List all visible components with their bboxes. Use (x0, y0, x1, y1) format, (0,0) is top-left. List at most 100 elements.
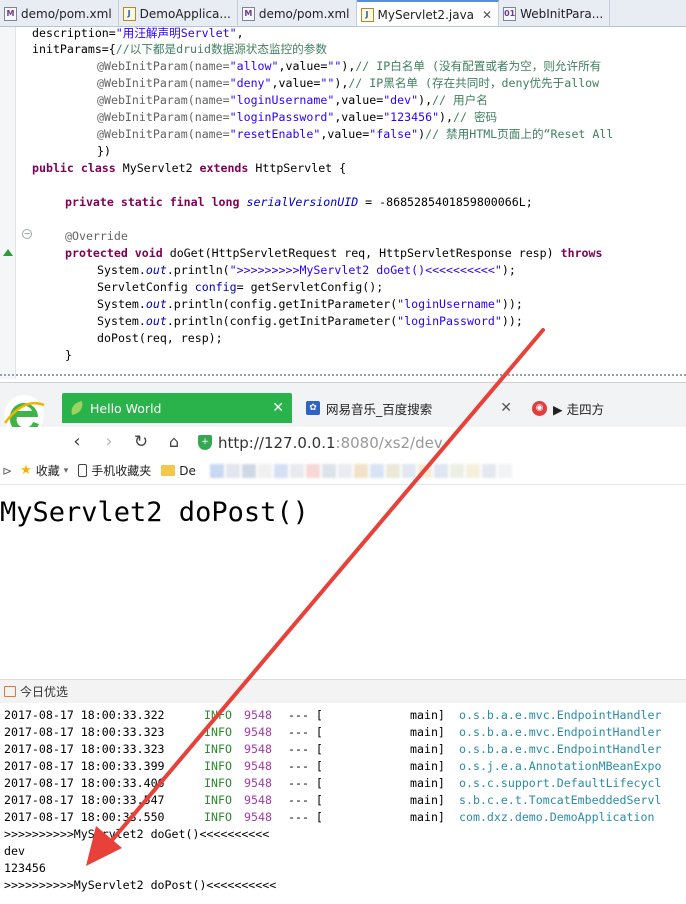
log-sep: --- [ (288, 759, 323, 773)
code-editor[interactable]: − description="用汪解声明Servlet", initParams… (0, 27, 686, 379)
editor-tab-pom-1[interactable]: M demo/pom.xml (0, 0, 119, 26)
editor-tab-myservlet2[interactable]: J MyServlet2.java ✕ (356, 0, 500, 26)
log-pid: 9548 (244, 776, 272, 790)
browser-tab-bar: Hello World ✕ ✿ 网易音乐_百度搜索 ✕ ◉ ▶ 走四方 (0, 383, 686, 435)
code-line: }) (97, 144, 111, 158)
bookmark-folder[interactable]: De (161, 464, 196, 478)
phone-icon (78, 464, 88, 477)
editor-tab-label: WebInitPara... (520, 6, 604, 21)
editor-tab-demoapplication[interactable]: J DemoApplica... (119, 0, 238, 26)
folder-icon (161, 465, 176, 476)
sidebar-toggle-icon[interactable]: ⊳ (2, 464, 12, 478)
log-thread: main] (410, 810, 445, 824)
log-logger: o.s.b.a.e.mvc.EndpointHandler (459, 742, 662, 756)
log-thread: main] (410, 708, 445, 722)
star-icon: ★ (20, 463, 32, 478)
code-line: initParams={//以下都是druid数据源状态监控的参数 (32, 42, 327, 56)
gift-icon (4, 686, 16, 697)
page-output-text: MyServlet2 doPost() (0, 497, 309, 528)
close-icon[interactable]: ✕ (482, 8, 492, 22)
log-sep: --- [ (288, 708, 323, 722)
browser-status-bar: 今日优选 (0, 679, 686, 703)
java-file-icon: J (122, 6, 136, 21)
code-line: @WebInitParam(name="resetEnable",value="… (97, 127, 614, 141)
maven-file-icon: M (4, 6, 17, 21)
code-line: System.out.println(">>>>>>>>>MyServlet2 … (97, 263, 516, 277)
log-date: 2017-08-17 18:00:33.547 (4, 793, 165, 807)
netease-music-icon: ◉ (532, 400, 547, 416)
address-bar[interactable]: + http://127.0.0.1:8080/xs2/dev (198, 430, 686, 455)
daily-picks-label[interactable]: 今日优选 (20, 683, 68, 700)
forward-icon[interactable]: › (98, 430, 120, 454)
log-date: 2017-08-17 18:00:33.323 (4, 742, 165, 756)
code-line: @WebInitParam(name="deny",value=""),// I… (97, 76, 600, 90)
maven-file-icon: M (241, 6, 255, 21)
code-line: @WebInitParam(name="loginPassword",value… (97, 110, 498, 124)
log-sep: --- [ (288, 742, 323, 756)
browser-tab-netease-search[interactable]: ✿ 网易音乐_百度搜索 ✕ (298, 393, 520, 423)
editor-tab-webinitparam[interactable]: 01 WebInitPara... (499, 0, 611, 26)
editor-tab-bar: M demo/pom.xml J DemoApplica... M demo/p… (0, 0, 686, 27)
console-output: 2017-08-17 18:00:33.322 INFO 9548 --- [ main… (0, 704, 686, 904)
code-line: System.out.println(config.getInitParamet… (97, 314, 523, 328)
log-logger: o.s.b.a.e.mvc.EndpointHandler (459, 725, 662, 739)
editor-tab-label: MyServlet2.java (377, 7, 475, 22)
chevron-down-icon: ▾ (63, 465, 69, 476)
log-logger: s.b.c.e.t.TomcatEmbeddedServl (459, 793, 662, 807)
editor-tab-label: demo/pom.xml (21, 6, 112, 21)
log-logger: o.s.c.support.DefaultLifecycl (459, 776, 662, 790)
log-logger: o.s.j.e.a.AnnotationMBeanExpo (459, 759, 662, 773)
browser-tab-label: 网易音乐_百度搜索 (326, 401, 433, 417)
browser-tab-label: ▶ 走四方 (553, 401, 605, 417)
editor-tab-pom-2[interactable]: M demo/pom.xml (238, 0, 357, 26)
close-icon[interactable]: ✕ (272, 400, 284, 416)
code-line: private static final long serialVersionU… (65, 195, 533, 209)
log-level: INFO (204, 708, 232, 722)
log-level: INFO (204, 725, 232, 739)
log-logger: o.s.b.a.e.mvc.EndpointHandler (459, 708, 662, 722)
log-date: 2017-08-17 18:00:33.322 (4, 708, 165, 722)
code-line: doPost(req, resp); (97, 331, 223, 345)
log-level: INFO (204, 810, 232, 824)
console-output-line: >>>>>>>>>>MyServlet2 doGet()<<<<<<<<<< (4, 827, 270, 841)
editor-tab-label: demo/pom.xml (258, 6, 350, 21)
code-line: } (65, 348, 72, 362)
security-shield-icon: + (198, 435, 212, 450)
log-pid: 9548 (244, 742, 272, 756)
log-sep: --- [ (288, 793, 323, 807)
log-pid: 9548 (244, 725, 272, 739)
log-thread: main] (410, 776, 445, 790)
log-thread: main] (410, 759, 445, 773)
bookmark-favorites[interactable]: ★ 收藏 ▾ (20, 462, 68, 479)
page-content: MyServlet2 doPost() (0, 485, 686, 675)
back-icon[interactable]: ‹ (66, 430, 88, 454)
browser-tab-label: Hello World (90, 400, 162, 416)
log-date: 2017-08-17 18:00:33.406 (4, 776, 165, 790)
fold-icon[interactable]: − (22, 229, 32, 239)
url-text[interactable]: http://127.0.0.1:8080/xs2/dev (218, 434, 443, 452)
log-sep: --- [ (288, 810, 323, 824)
console-output-line: >>>>>>>>>>MyServlet2 doPost()<<<<<<<<<< (4, 878, 277, 892)
code-line: @WebInitParam(name="allow",value=""),// … (97, 59, 602, 73)
editor-divider (0, 373, 686, 376)
reload-icon[interactable]: ↻ (130, 430, 152, 454)
browser-tab-music[interactable]: ◉ ▶ 走四方 (524, 393, 686, 423)
browser-window: Hello World ✕ ✿ 网易音乐_百度搜索 ✕ ◉ ▶ 走四方 ‹ › … (0, 382, 686, 704)
browser-tab-hello-world[interactable]: Hello World ✕ (62, 393, 292, 423)
log-logger: com.dxz.demo.DemoApplication (459, 810, 655, 824)
log-level: INFO (204, 793, 232, 807)
bookmarks-bar: ⊳ ★ 收藏 ▾ 手机收藏夹 De (0, 457, 686, 485)
bookmark-mobile[interactable]: 手机收藏夹 (78, 462, 151, 479)
log-sep: --- [ (288, 725, 323, 739)
class-file-icon: 01 (503, 6, 517, 21)
navigation-bar: ‹ › ↻ ⌂ + http://127.0.0.1:8080/xs2/dev (0, 427, 686, 457)
code-line: @WebInitParam(name="loginUsername",value… (97, 93, 488, 107)
log-thread: main] (410, 725, 445, 739)
editor-tab-label: DemoApplica... (139, 6, 231, 21)
log-pid: 9548 (244, 793, 272, 807)
log-level: INFO (204, 759, 232, 773)
home-icon[interactable]: ⌂ (163, 430, 185, 454)
close-icon[interactable]: ✕ (500, 400, 512, 416)
log-sep: --- [ (288, 776, 323, 790)
code-line: ServletConfig config= getServletConfig()… (97, 280, 384, 294)
